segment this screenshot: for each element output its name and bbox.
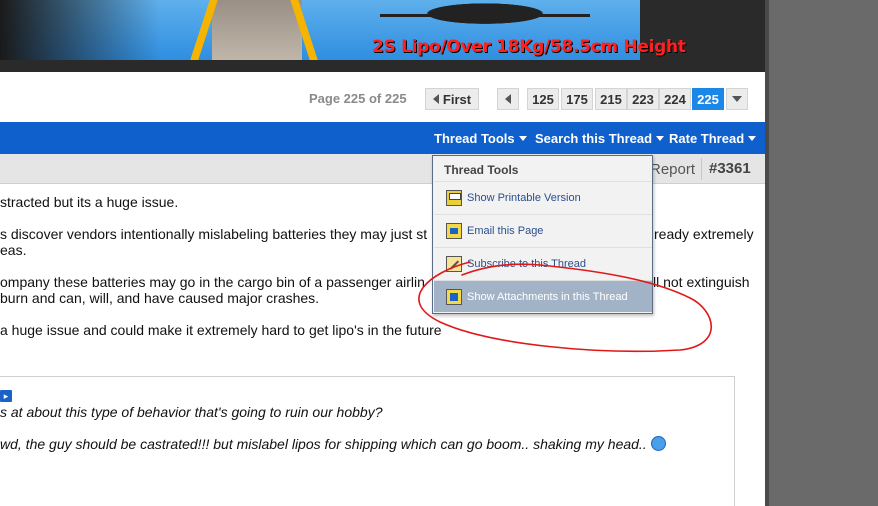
thread-tools-dropdown: Thread Tools Show Printable Version Emai… <box>432 155 653 314</box>
page-link[interactable]: 224 <box>659 88 691 110</box>
post-text-line: ready extremely <box>654 226 754 242</box>
quote-text-line: wd, the guy should be castrated!!! but m… <box>0 436 666 452</box>
page-jump-button[interactable] <box>726 88 748 110</box>
caret-down-icon <box>518 136 527 141</box>
post-text-line: a huge issue and could make it extremely… <box>0 322 442 338</box>
menu-item-label: Subscribe to this Thread <box>467 257 587 270</box>
menu-item-show-attachments[interactable]: Show Attachments in this Thread <box>434 280 652 312</box>
quote-text-line: s at about this type of behavior that's … <box>0 404 383 420</box>
view-post-icon[interactable]: ▸ <box>0 390 12 402</box>
page-gutter <box>765 0 878 506</box>
dropdown-title: Thread Tools <box>444 163 519 177</box>
rate-thread-menu[interactable]: Rate Thread <box>669 131 757 146</box>
menu-item-label: Show Attachments in this Thread <box>467 290 628 303</box>
subscribe-icon <box>446 255 462 272</box>
search-thread-menu[interactable]: Search this Thread <box>535 131 665 146</box>
caret-down-icon <box>656 136 665 141</box>
first-page-button[interactable]: First <box>425 88 479 110</box>
smiley-icon <box>650 436 666 451</box>
menu-item-label: Email this Page <box>467 224 544 237</box>
thread-tools-menu[interactable]: Thread Tools <box>434 131 527 146</box>
caret-down-icon <box>748 136 757 141</box>
rate-thread-label: Rate Thread <box>669 131 745 146</box>
printer-icon <box>446 189 462 206</box>
page-count-label: Page 225 of 225 <box>309 91 407 106</box>
post-text-line: s discover vendors intentionally mislabe… <box>0 226 428 242</box>
page-link[interactable]: 175 <box>561 88 593 110</box>
post-text-line: ompany these batteries may go in the car… <box>0 274 425 290</box>
post-text-line: burn and can, will, and have caused majo… <box>0 290 320 306</box>
first-page-label: First <box>442 91 472 107</box>
quote-text: wd, the guy should be castrated!!! but m… <box>0 436 647 452</box>
arrow-left-icon <box>505 94 511 104</box>
report-link[interactable]: Report <box>650 161 695 178</box>
gutter-edge <box>765 0 769 506</box>
prev-page-button[interactable] <box>497 88 519 110</box>
page-link[interactable]: 223 <box>627 88 659 110</box>
post-text-line: eas. <box>0 242 27 258</box>
page-link[interactable]: 125 <box>527 88 559 110</box>
menu-item-subscribe[interactable]: Subscribe to this Thread <box>434 247 652 279</box>
post-number-link[interactable]: #3361 <box>701 158 751 180</box>
pagination-bar: Page 225 of 225 First 125 175 215 223 22… <box>0 76 765 122</box>
menu-item-email-page[interactable]: Email this Page <box>434 214 652 246</box>
page-link[interactable]: 215 <box>595 88 627 110</box>
banner-caption: 2S Lipo/Over 18Kg/58.5cm Height <box>372 37 686 57</box>
email-icon <box>446 222 462 239</box>
arrow-left-icon <box>432 94 439 104</box>
search-thread-label: Search this Thread <box>535 131 653 146</box>
post-text-line: stracted but its a huge issue. <box>0 194 179 210</box>
thread-toolbar: Thread Tools Search this Thread Rate Thr… <box>0 122 765 154</box>
thread-tools-label: Thread Tools <box>434 131 515 146</box>
menu-item-printable-version[interactable]: Show Printable Version <box>434 181 652 213</box>
chevron-down-icon <box>732 96 742 102</box>
post-text-line: ll not extinguish <box>653 274 750 290</box>
menu-item-label: Show Printable Version <box>467 191 581 204</box>
attachment-icon <box>446 288 462 305</box>
current-page-link[interactable]: 225 <box>692 88 724 110</box>
